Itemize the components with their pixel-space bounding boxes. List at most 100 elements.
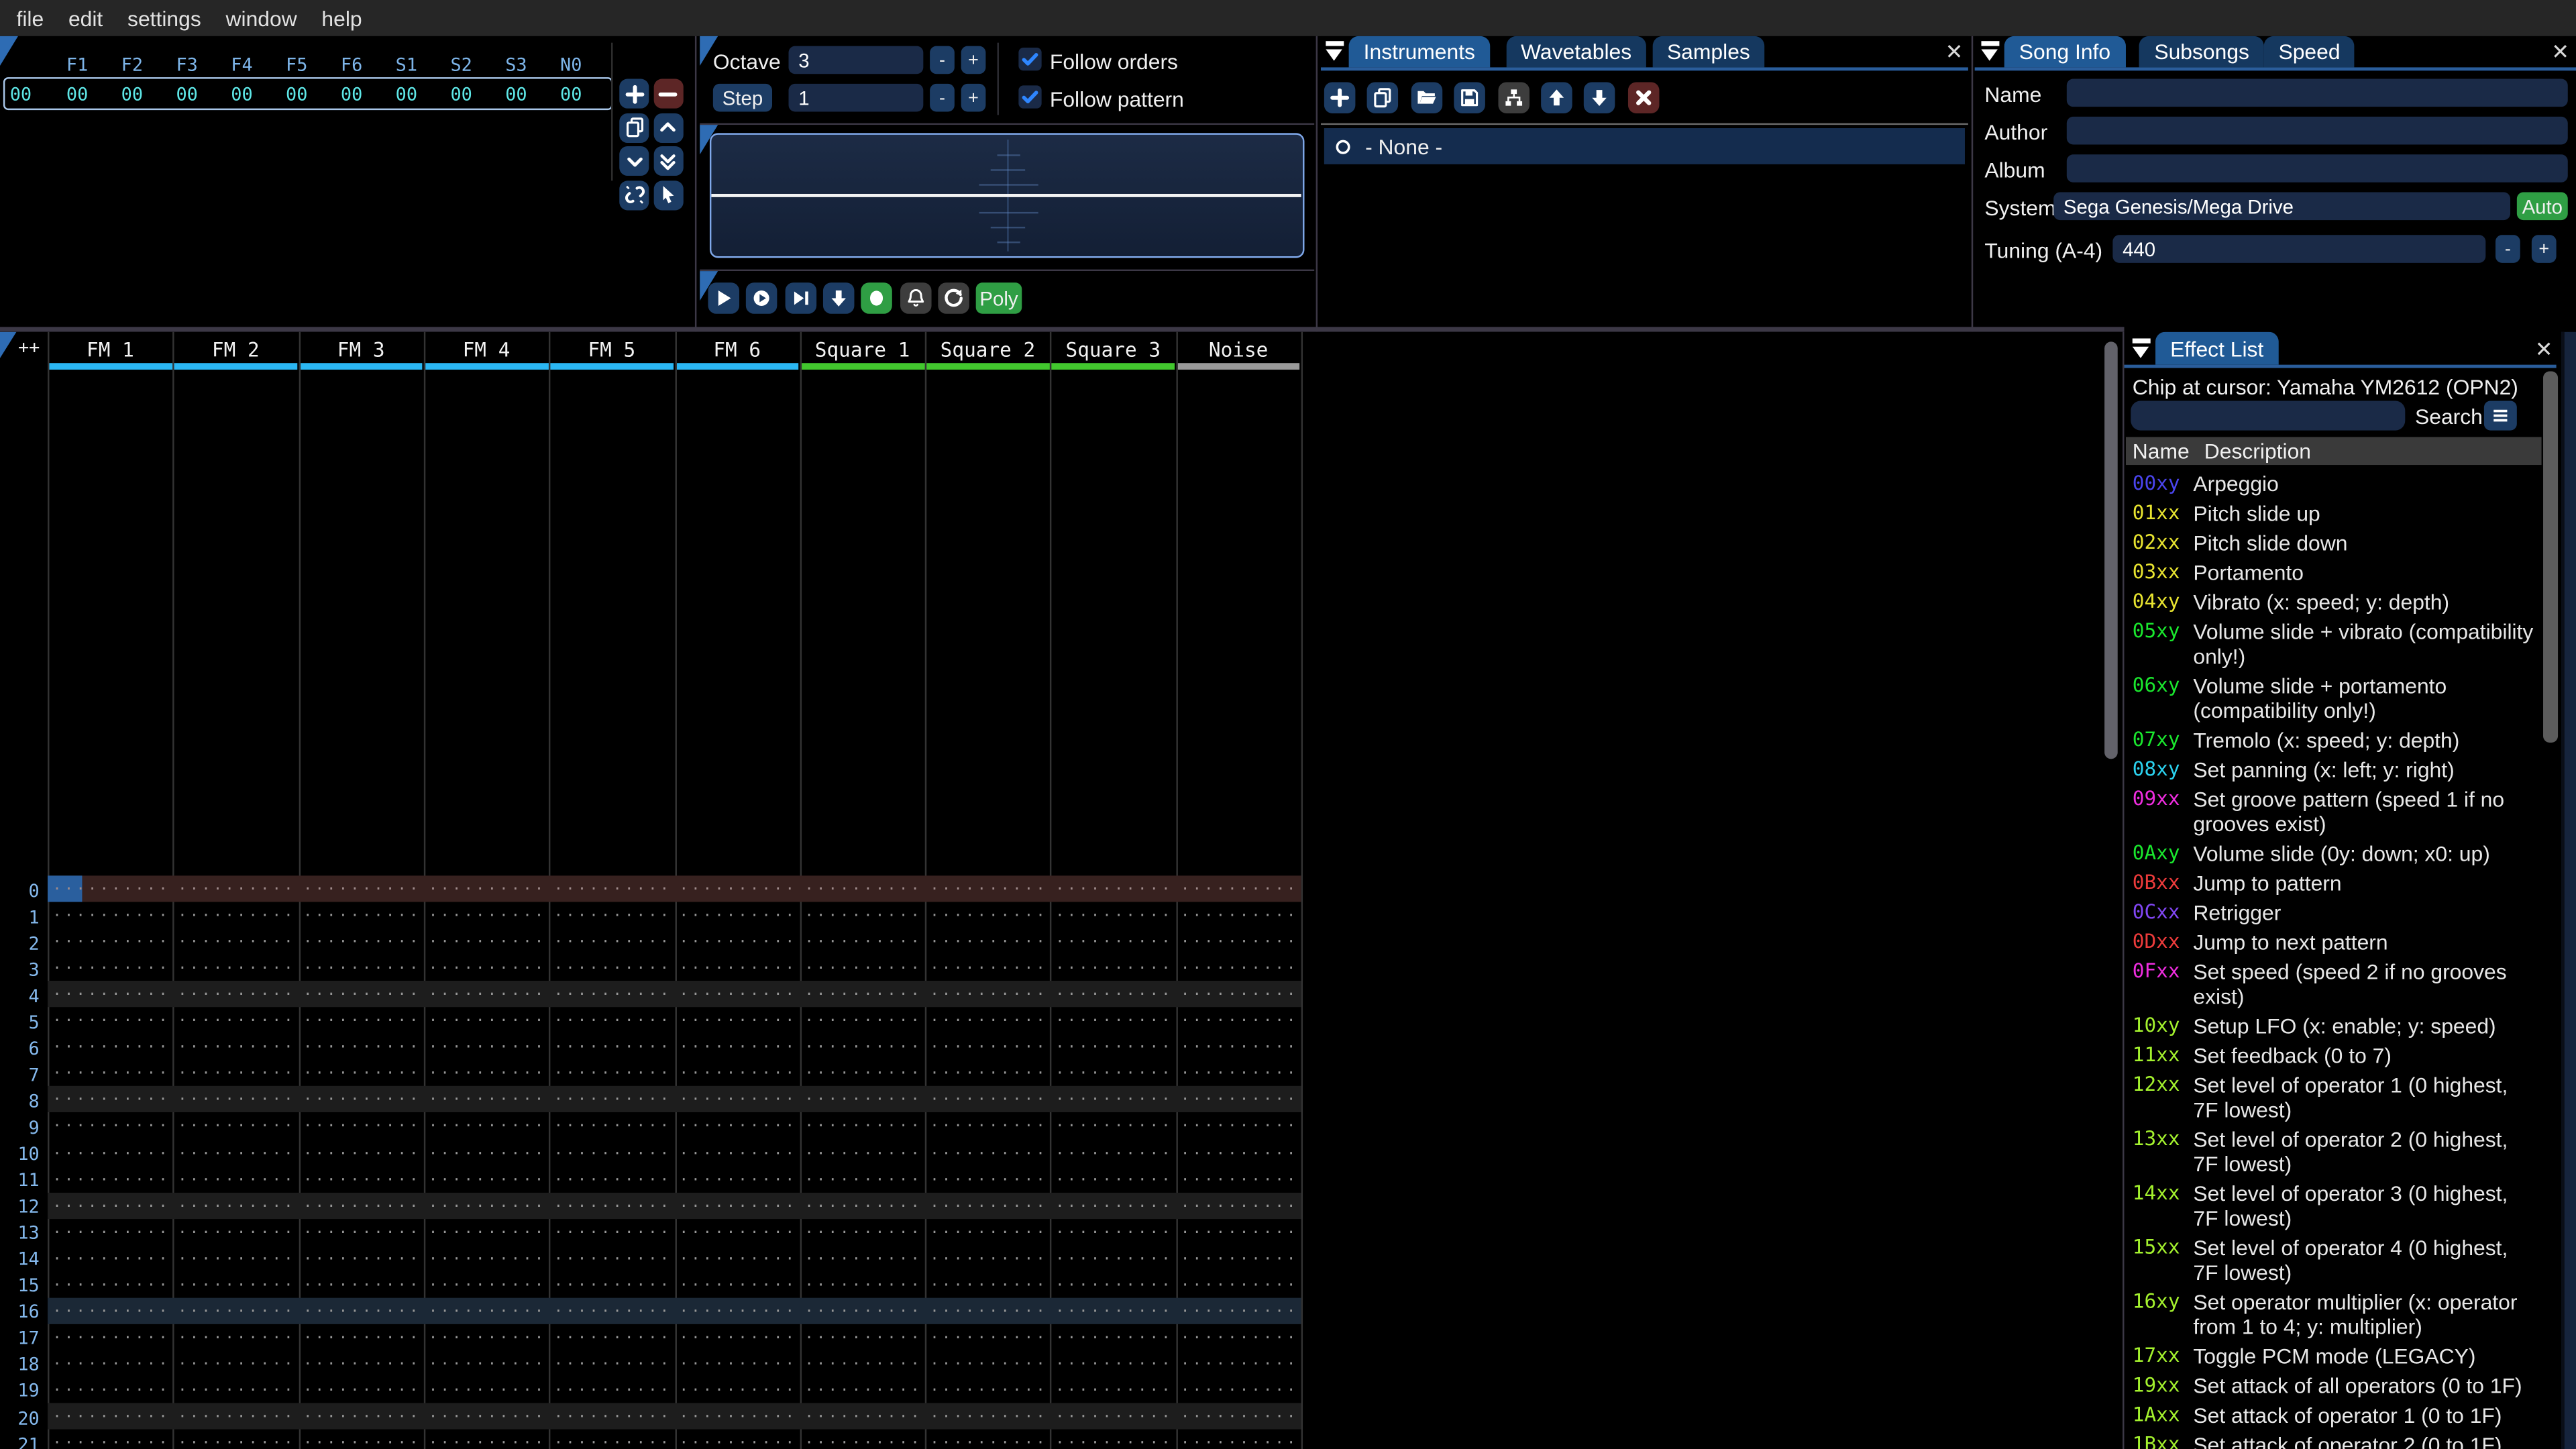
pattern-cell[interactable]: ··········· <box>299 908 424 924</box>
pattern-cell[interactable]: ··········· <box>48 1383 173 1399</box>
collapse-panel-icon[interactable] <box>1981 41 2000 60</box>
order-cell[interactable]: 00 <box>450 84 472 105</box>
pattern-cell[interactable]: ··········· <box>549 1040 675 1057</box>
play-from-beginning-button[interactable] <box>746 282 778 314</box>
move-order-down-button[interactable] <box>619 146 649 176</box>
move-order-up-button[interactable] <box>653 112 683 142</box>
pattern-cell[interactable]: ··········· <box>925 1014 1051 1030</box>
pattern-cell[interactable]: ··········· <box>424 961 549 977</box>
tab-samples[interactable]: Samples <box>1652 36 1765 68</box>
pattern-cell[interactable]: ··········· <box>549 1172 675 1188</box>
pattern-cell[interactable]: ··········· <box>674 1172 800 1188</box>
pattern-cell[interactable]: ··········· <box>1176 1014 1301 1030</box>
pattern-cell[interactable]: ··········· <box>674 935 800 951</box>
pattern-cell[interactable]: ··········· <box>299 1014 424 1030</box>
octave-minus-button[interactable]: - <box>930 46 955 74</box>
pattern-cell[interactable]: ··········· <box>1176 961 1301 977</box>
pattern-cell[interactable]: ··········· <box>299 987 424 1004</box>
tuning-minus-button[interactable]: - <box>2496 235 2520 263</box>
pattern-cell[interactable]: ··········· <box>173 1330 299 1346</box>
pattern-cell[interactable]: ··········· <box>173 1172 299 1188</box>
pattern-cell[interactable]: ··········· <box>925 1120 1051 1136</box>
pattern-cell[interactable]: ··········· <box>800 1093 926 1110</box>
pattern-cell[interactable]: ··········· <box>424 935 549 951</box>
pattern-cell[interactable]: ··········· <box>1176 1040 1301 1057</box>
pattern-cell[interactable]: ··········· <box>800 1040 926 1057</box>
pattern-cell[interactable]: ··········· <box>674 1357 800 1373</box>
close-icon[interactable]: ✕ <box>2535 338 2553 360</box>
pattern-cell[interactable]: ··········· <box>1051 908 1176 924</box>
pattern-cell[interactable]: ··········· <box>173 1120 299 1136</box>
pattern-cell[interactable]: ··········· <box>48 1409 173 1426</box>
pattern-cell[interactable]: ··········· <box>424 1120 549 1136</box>
pattern-cell[interactable]: ··········· <box>424 1225 549 1241</box>
pattern-cell[interactable]: ··········· <box>299 1251 424 1267</box>
pattern-cell[interactable]: ··········· <box>674 1383 800 1399</box>
pattern-cell[interactable]: ··········· <box>173 908 299 924</box>
instrument-list-item[interactable]: - None - <box>1324 128 1965 164</box>
pattern-cell[interactable]: ··········· <box>1051 1225 1176 1241</box>
pattern-cell[interactable]: ··········· <box>800 961 926 977</box>
pattern-cell[interactable]: ··········· <box>424 1409 549 1426</box>
pattern-cell[interactable]: ··········· <box>424 1278 549 1294</box>
pattern-cell[interactable]: ··········· <box>925 1040 1051 1057</box>
pattern-cell[interactable]: ··········· <box>800 1278 926 1294</box>
pattern-cell[interactable]: ··········· <box>48 1093 173 1110</box>
pattern-cell[interactable]: ··········· <box>424 1330 549 1346</box>
pattern-cell[interactable]: ··········· <box>48 1014 173 1030</box>
pattern-cell[interactable]: ··········· <box>1051 1436 1176 1449</box>
pattern-cell[interactable]: ··········· <box>674 1409 800 1426</box>
pattern-cell[interactable]: ··········· <box>1051 1383 1176 1399</box>
pattern-cell[interactable]: ··········· <box>549 1357 675 1373</box>
pattern-cell[interactable]: ··········· <box>800 1330 926 1346</box>
pattern-cell[interactable]: ··········· <box>800 1225 926 1241</box>
move-instrument-down-button[interactable] <box>1584 82 1616 113</box>
pattern-cell[interactable]: ··········· <box>1051 1014 1176 1030</box>
pattern-cell[interactable]: ··········· <box>424 882 549 898</box>
pattern-cell[interactable]: ··········· <box>1051 1067 1176 1083</box>
pattern-cell[interactable]: ··········· <box>48 1357 173 1373</box>
follow-orders-checkbox[interactable] <box>1018 48 1042 71</box>
tuning-plus-button[interactable]: + <box>2531 235 2557 263</box>
pattern-cell[interactable]: ··········· <box>48 1199 173 1215</box>
pattern-cell[interactable]: ··········· <box>424 1067 549 1083</box>
pattern-cell[interactable]: ··········· <box>173 1093 299 1110</box>
pattern-cell[interactable]: ··········· <box>925 1436 1051 1449</box>
pattern-cell[interactable]: ··········· <box>173 1409 299 1426</box>
pattern-cell[interactable]: ··········· <box>549 961 675 977</box>
instrument-type-button[interactable] <box>1497 82 1529 113</box>
pattern-cell[interactable]: ··········· <box>173 1304 299 1320</box>
pattern-cell[interactable]: ··········· <box>48 1225 173 1241</box>
order-cell[interactable]: 00 <box>286 84 307 105</box>
menu-item-edit[interactable]: edit <box>68 6 103 31</box>
channel-header-fm-1[interactable]: FM 1 <box>87 338 134 361</box>
tab-song-info[interactable]: Song Info <box>2004 36 2126 68</box>
pattern-cell[interactable]: ··········· <box>424 1093 549 1110</box>
pattern-cell[interactable]: ··········· <box>674 908 800 924</box>
pattern-cell[interactable]: ··········· <box>800 1436 926 1449</box>
add-order-button[interactable] <box>619 78 649 109</box>
pattern-cell[interactable]: ··········· <box>800 935 926 951</box>
pattern-cell[interactable]: ··········· <box>1051 1093 1176 1110</box>
pattern-cell[interactable]: ··········· <box>1051 1120 1176 1136</box>
pattern-cell[interactable]: ··········· <box>800 1172 926 1188</box>
pattern-cell[interactable]: ··········· <box>549 1436 675 1449</box>
pattern-cell[interactable]: ··········· <box>48 987 173 1004</box>
pattern-cell[interactable]: ··········· <box>1176 1146 1301 1162</box>
pattern-cell[interactable]: ··········· <box>925 1278 1051 1294</box>
pattern-cell[interactable]: ··········· <box>1051 1330 1176 1346</box>
pattern-cell[interactable]: ··········· <box>800 1383 926 1399</box>
pattern-cell[interactable]: ··········· <box>549 1278 675 1294</box>
pattern-cell[interactable]: ··········· <box>173 1146 299 1162</box>
pattern-cell[interactable]: ··········· <box>925 1409 1051 1426</box>
order-cell[interactable]: 00 <box>66 84 88 105</box>
pattern-cell[interactable]: ··········· <box>925 1357 1051 1373</box>
pattern-cell[interactable]: ··········· <box>1051 1199 1176 1215</box>
pattern-cell[interactable]: ··········· <box>299 1093 424 1110</box>
pattern-cell[interactable]: ··········· <box>674 1014 800 1030</box>
pattern-cell[interactable]: ··········· <box>48 1330 173 1346</box>
pattern-cell[interactable]: ··········· <box>173 1251 299 1267</box>
move-instrument-up-button[interactable] <box>1541 82 1572 113</box>
menu-item-window[interactable]: window <box>226 6 297 31</box>
pattern-cell[interactable]: ··········· <box>299 1278 424 1294</box>
